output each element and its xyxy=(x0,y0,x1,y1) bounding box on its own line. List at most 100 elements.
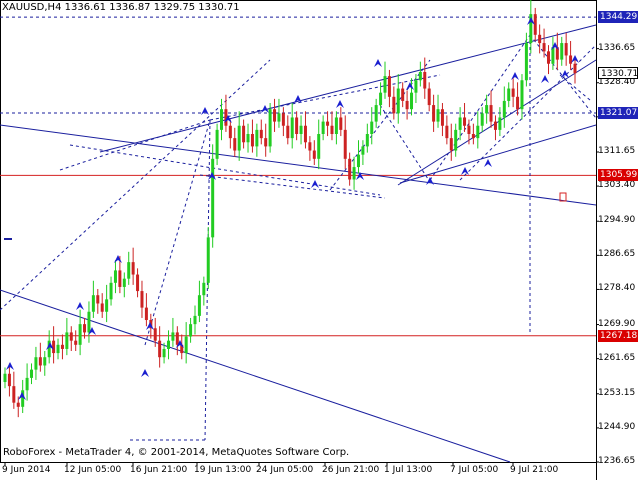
candle-body xyxy=(220,109,224,130)
candle-body xyxy=(290,117,294,139)
candle-body xyxy=(356,154,360,168)
candle-body xyxy=(432,105,436,122)
candle-body xyxy=(440,109,444,126)
candle-body xyxy=(12,386,16,403)
candle-body xyxy=(330,125,334,135)
candle-body xyxy=(52,340,56,354)
fractal-arrow-icon xyxy=(461,167,469,175)
candle-body xyxy=(361,146,365,155)
candle-body xyxy=(242,125,246,143)
candle-body xyxy=(463,117,467,126)
candle-body xyxy=(387,76,391,97)
time-tick-label: 1 Jul 13:00 xyxy=(384,465,433,475)
candle-body xyxy=(520,80,524,110)
dashed-projection-line xyxy=(0,59,271,311)
price-tick-label: 1311.65 xyxy=(598,145,636,156)
price-chart[interactable] xyxy=(0,0,640,480)
candle-body xyxy=(281,113,285,126)
candle-body xyxy=(538,34,542,44)
candle-body xyxy=(396,88,400,114)
candle-body xyxy=(321,121,325,135)
candle-body xyxy=(237,125,241,151)
candle-body xyxy=(308,142,312,151)
candle-body xyxy=(277,113,281,122)
candle-body xyxy=(436,109,440,122)
candle-body xyxy=(485,105,489,114)
ohlc-low: 1329.75 xyxy=(153,2,196,13)
ohlc-open: 1336.61 xyxy=(64,2,106,13)
ohlc-high: 1336.87 xyxy=(109,2,151,13)
dashed-projection-line xyxy=(429,34,531,181)
candle-body xyxy=(423,72,427,89)
candle-body xyxy=(312,150,316,159)
candle-body xyxy=(502,100,506,118)
candle-body xyxy=(365,134,369,147)
candle-body xyxy=(480,113,484,126)
candle-body xyxy=(30,369,34,378)
candle-body xyxy=(334,117,338,135)
price-tick-label: 1269.90 xyxy=(598,318,636,329)
candle-body xyxy=(348,158,352,180)
candle-body xyxy=(273,109,277,122)
candle-body xyxy=(100,303,104,312)
price-tick-label: 1286.65 xyxy=(598,249,636,260)
left-edge-marker xyxy=(4,238,12,240)
candle-body xyxy=(392,96,396,114)
candle-body xyxy=(246,134,250,143)
candle-body xyxy=(136,274,140,292)
candle-body xyxy=(78,324,82,345)
candle-body xyxy=(34,357,38,370)
candle-body xyxy=(317,134,321,159)
candle-body xyxy=(343,129,347,159)
candle-body xyxy=(454,129,458,151)
candle-body xyxy=(96,295,100,304)
candle-body xyxy=(175,332,179,345)
time-tick-label: 26 Jun 21:00 xyxy=(322,465,380,475)
candle-body xyxy=(299,125,303,135)
ohlc-close: 1330.71 xyxy=(198,2,240,13)
candle-body xyxy=(25,377,29,391)
candle-body xyxy=(458,117,462,130)
candle-body xyxy=(233,138,237,151)
price-tick-label: 1253.15 xyxy=(598,387,636,398)
candle-body xyxy=(144,307,148,321)
candle-body xyxy=(268,109,272,147)
candle-body xyxy=(551,47,555,64)
candle-body xyxy=(414,80,418,93)
candle-body xyxy=(162,348,166,358)
fractal-arrow-icon xyxy=(201,107,209,115)
candle-body xyxy=(573,63,577,74)
candle-body xyxy=(206,237,210,283)
candle-body xyxy=(401,88,405,101)
time-tick-label: 19 Jun 13:00 xyxy=(194,465,252,475)
candle-body xyxy=(250,134,254,147)
candle-body xyxy=(533,14,537,35)
trend-line xyxy=(0,124,597,206)
candle-body xyxy=(38,357,42,366)
symbol-ohlc-header: XAUUSD,H4 1336.61 1336.87 1329.75 1330.7… xyxy=(2,2,240,13)
candle-body xyxy=(564,43,568,56)
candle-body xyxy=(166,340,170,349)
candle-body xyxy=(7,373,11,387)
fractal-arrow-icon xyxy=(114,255,122,263)
trend-line xyxy=(399,124,597,184)
candle-body xyxy=(215,129,219,159)
fractal-arrow-icon xyxy=(511,72,519,80)
fractal-arrow-icon xyxy=(374,59,382,67)
fractal-arrow-icon xyxy=(561,70,569,78)
dashed-projection-line xyxy=(59,119,211,171)
candle-body xyxy=(405,100,409,110)
time-tick-label: 9 Jun 2014 xyxy=(2,465,51,475)
price-label-level: 1267.18 xyxy=(598,329,638,342)
candle-body xyxy=(153,328,157,341)
candle-body xyxy=(3,373,7,383)
candle-body xyxy=(74,340,78,345)
candle-body xyxy=(476,125,480,139)
candle-body xyxy=(560,43,564,60)
time-tick-label: 7 Jul 05:00 xyxy=(450,465,499,475)
candle-body xyxy=(202,282,206,296)
candle-body xyxy=(228,125,232,139)
candle-body xyxy=(189,324,193,337)
price-label-resistance: 1344.29 xyxy=(598,11,638,24)
candle-body xyxy=(524,43,528,81)
